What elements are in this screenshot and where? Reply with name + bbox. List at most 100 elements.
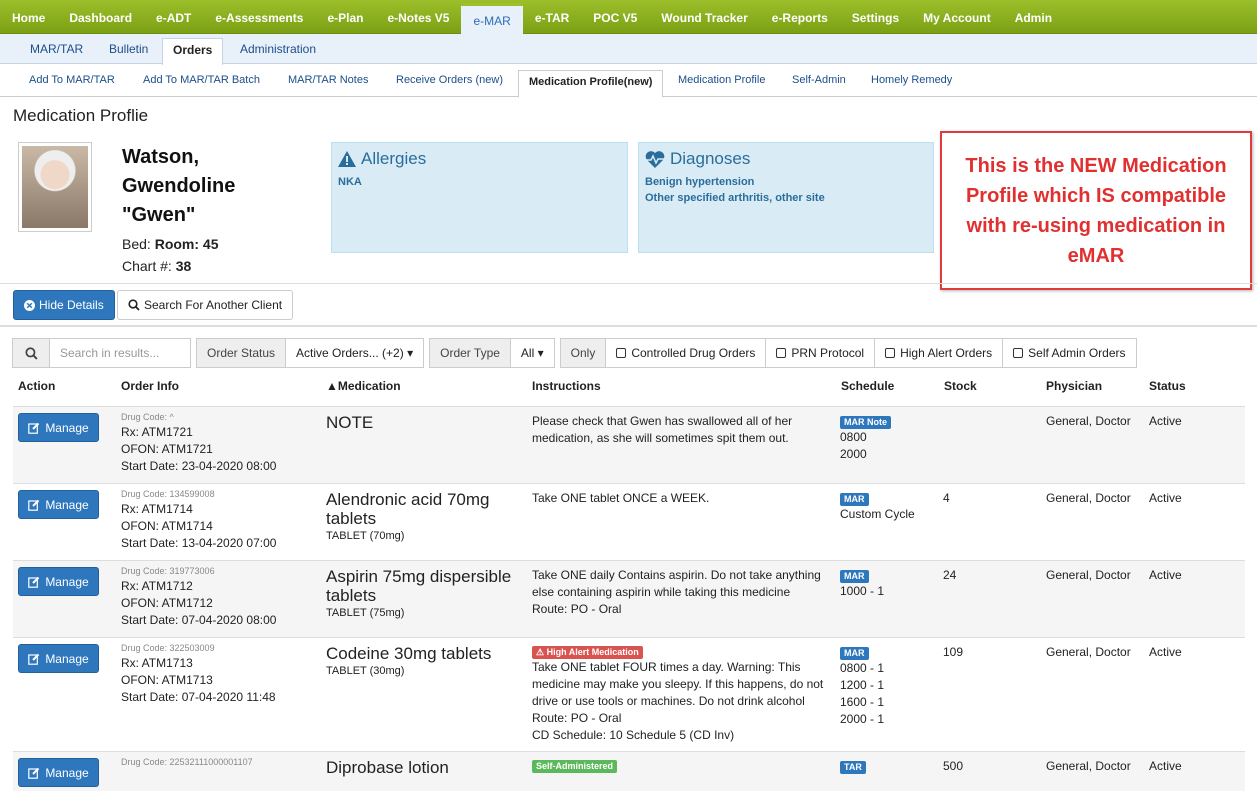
allergies-title: Allergies (361, 149, 427, 168)
nav-settings[interactable]: Settings (840, 0, 911, 34)
instruction-line: medicine may make you sleepy. If this ha… (532, 677, 824, 691)
instruction-line: Take ONE daily Contains aspirin. Do not … (532, 568, 821, 582)
hide-details-button[interactable]: Hide Details (13, 290, 115, 320)
checkbox-icon (1013, 348, 1024, 358)
header-schedule[interactable]: Schedule (841, 379, 894, 393)
order-info: Drug Code: ^ Rx: ATM1721 OFON: ATM1721 Star… (121, 411, 276, 475)
drug-code: Drug Code: ^ (121, 412, 174, 422)
status-value: Active (1149, 568, 1182, 582)
stock-value: 4 (943, 491, 950, 505)
patient-name: Watson, Gwendoline "Gwen" (122, 146, 236, 226)
nav-admin[interactable]: Admin (1003, 0, 1064, 34)
rx-number: Rx: ATM1712 (121, 579, 193, 593)
manage-button[interactable]: Manage (18, 490, 99, 519)
schedule-time: 1000 - 1 (840, 584, 885, 598)
schedule-badge: MAR (840, 493, 869, 506)
physician-value: General, Doctor (1046, 759, 1131, 773)
checkbox-icon (616, 348, 627, 358)
header-order-info[interactable]: Order Info (121, 379, 179, 393)
nav-e-assessments[interactable]: e-Assessments (203, 0, 315, 34)
subnav-administration[interactable]: Administration (240, 34, 316, 64)
only-label: Only (559, 338, 607, 368)
sort-asc-icon: ▲ (326, 379, 338, 393)
order-type-dropdown[interactable]: All ▾ (509, 338, 555, 368)
instruction-line: medication, as she will sometimes spit t… (532, 431, 789, 445)
schedule-time: 2000 (840, 447, 867, 461)
header-stock[interactable]: Stock (944, 379, 977, 393)
nav-e-notes[interactable]: e-Notes V5 (375, 0, 461, 34)
header-action: Action (18, 379, 56, 393)
instructions-cell: ⚠ High Alert Medication Take ONE tablet F… (532, 644, 832, 744)
table-row: Manage Drug Code: ^ Rx: ATM1721 OFON: ATM17… (13, 406, 1245, 483)
controlled-drug-checkbox[interactable]: Controlled Drug Orders (605, 338, 767, 368)
tab-add-to-mar-tar[interactable]: Add To MAR/TAR (29, 74, 115, 86)
nav-poc[interactable]: POC V5 (581, 0, 649, 34)
medication-name: NOTE (326, 413, 374, 432)
filter-bar: Search in results... Order Status Active… (12, 338, 1137, 368)
order-status-label: Order Status (196, 338, 287, 368)
subnav-bulletin[interactable]: Bulletin (109, 34, 148, 64)
stock-value: 24 (943, 568, 957, 582)
nav-e-adt[interactable]: e-ADT (144, 0, 203, 34)
tab-add-batch[interactable]: Add To MAR/TAR Batch (143, 74, 260, 86)
tab-mar-tar-notes[interactable]: MAR/TAR Notes (288, 74, 368, 86)
tab-medication-profile[interactable]: Medication Profile (678, 74, 765, 86)
self-admin-checkbox[interactable]: Self Admin Orders (1002, 338, 1137, 368)
manage-button[interactable]: Manage (18, 567, 99, 596)
times-circle-icon (24, 299, 35, 311)
medication-cell: Diprobase lotion (326, 758, 521, 777)
search-input[interactable]: Search in results... (49, 338, 191, 368)
schedule-time: 0800 (840, 430, 867, 444)
subnav-mar-tar[interactable]: MAR/TAR (30, 34, 83, 64)
nav-e-reports[interactable]: e-Reports (760, 0, 840, 34)
schedule-badge: MAR Note (840, 416, 891, 429)
search-client-button[interactable]: Search For Another Client (117, 290, 294, 320)
nav-e-mar[interactable]: e-MAR (461, 3, 523, 34)
sub-nav: MAR/TAR Bulletin Orders Administration (0, 34, 1257, 65)
prn-protocol-checkbox[interactable]: PRN Protocol (765, 338, 876, 368)
header-instructions[interactable]: Instructions (532, 379, 601, 393)
medication-name: Alendronic acid 70mg tablets (326, 490, 490, 528)
order-status-dropdown[interactable]: Active Orders... (+2) ▾ (285, 338, 425, 368)
medication-form: TABLET (70mg) (326, 530, 405, 542)
tab-medication-profile-new[interactable]: Medication Profile(new) (518, 70, 664, 98)
instruction-line: Please check that Gwen has swallowed all… (532, 414, 793, 428)
start-date: Start Date: 07-04-2020 11:48 (121, 690, 276, 704)
diagnoses-list: Benign hypertension Other specified arth… (645, 176, 825, 204)
nav-dashboard[interactable]: Dashboard (57, 0, 144, 34)
schedule-cell: MAR 1000 - 1 (840, 568, 884, 600)
schedule-cell: MAR Custom Cycle (840, 491, 915, 523)
table-row: Manage Drug Code: 22532111000001107 Diprob… (13, 751, 1245, 791)
status-value: Active (1149, 645, 1182, 659)
physician-value: General, Doctor (1046, 645, 1131, 659)
instruction-line: CD Schedule: 10 Schedule 5 (CD Inv) (532, 728, 735, 742)
nav-home[interactable]: Home (0, 0, 57, 34)
nav-wound-tracker[interactable]: Wound Tracker (649, 0, 759, 34)
tab-receive-orders[interactable]: Receive Orders (new) (396, 74, 503, 86)
nav-e-tar[interactable]: e-TAR (523, 0, 581, 34)
manage-button[interactable]: Manage (18, 644, 99, 673)
instruction-line: Route: PO - Oral (532, 602, 622, 616)
manage-button[interactable]: Manage (18, 413, 99, 442)
instruction-line: else containing aspirin while taking thi… (532, 585, 791, 599)
table-row: Manage Drug Code: 319773006 Rx: ATM1712 OFO… (13, 560, 1245, 637)
table-row: Manage Drug Code: 134599008 Rx: ATM1714 OFO… (13, 483, 1245, 560)
checkbox-icon (885, 348, 896, 358)
caret-down-icon: ▾ (407, 346, 414, 360)
nav-my-account[interactable]: My Account (911, 0, 1003, 34)
tab-self-admin[interactable]: Self-Admin (792, 74, 846, 86)
order-tag-badge: ⚠ High Alert Medication (532, 646, 643, 659)
nav-e-plan[interactable]: e-Plan (315, 0, 375, 34)
drug-code: Drug Code: 134599008 (121, 489, 215, 499)
ofon-number: OFON: ATM1721 (121, 442, 213, 456)
ofon-number: OFON: ATM1713 (121, 673, 213, 687)
medication-cell: Alendronic acid 70mg tablets TABLET (70mg… (326, 490, 521, 545)
physician-value: General, Doctor (1046, 491, 1131, 505)
header-physician[interactable]: Physician (1046, 379, 1102, 393)
high-alert-checkbox[interactable]: High Alert Orders (874, 338, 1004, 368)
status-value: Active (1149, 759, 1182, 773)
tab-homely-remedy[interactable]: Homely Remedy (871, 74, 952, 86)
subnav-orders[interactable]: Orders (162, 38, 224, 65)
header-medication[interactable]: ▲Medication (326, 379, 401, 393)
header-status[interactable]: Status (1149, 379, 1186, 393)
